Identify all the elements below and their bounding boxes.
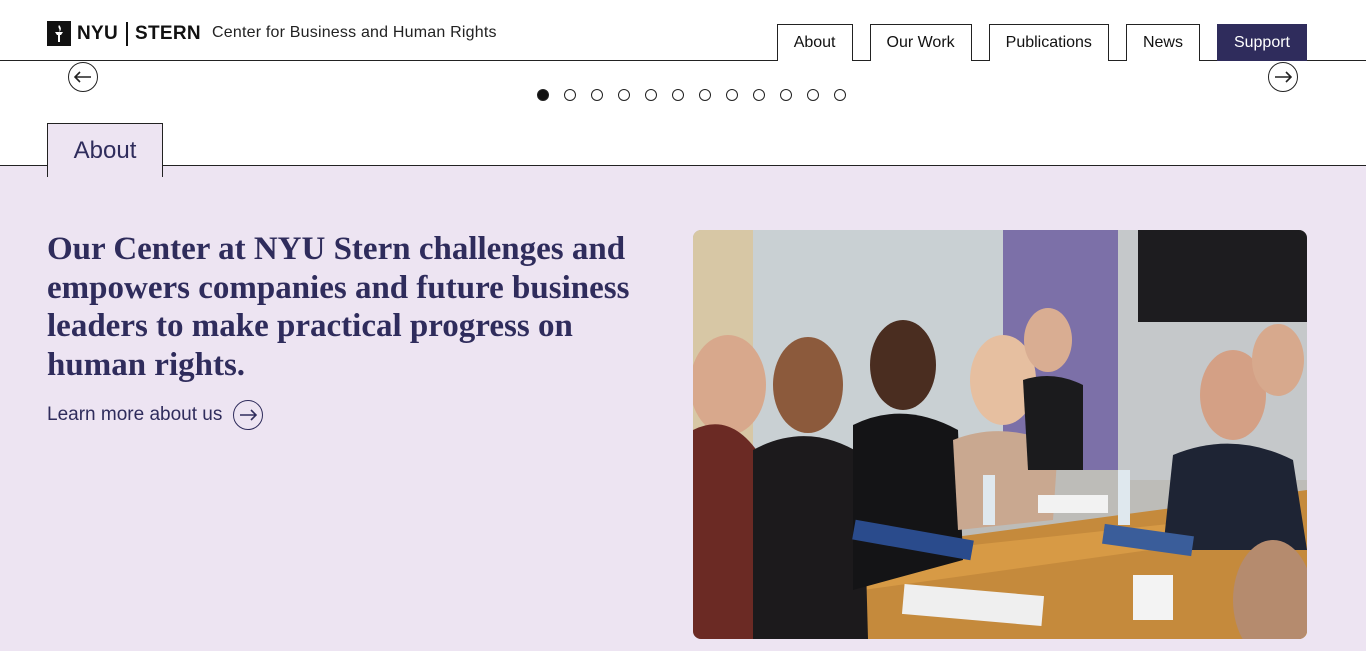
- torch-icon: [47, 21, 71, 46]
- carousel-dot[interactable]: [780, 89, 792, 101]
- logo-text-nyu: NYU: [77, 22, 119, 44]
- carousel-dot[interactable]: [591, 89, 603, 101]
- main-nav: About Our Work Publications News Support: [776, 24, 1307, 61]
- carousel-dot[interactable]: [537, 89, 549, 101]
- about-section: Our Center at NYU Stern challenges and e…: [0, 166, 1366, 651]
- carousel-dots: [537, 89, 846, 101]
- carousel-next-button[interactable]: [1268, 62, 1298, 92]
- center-name[interactable]: Center for Business and Human Rights: [212, 24, 497, 42]
- learn-more-label: Learn more about us: [47, 404, 223, 425]
- carousel-dot[interactable]: [672, 89, 684, 101]
- nav-news[interactable]: News: [1125, 24, 1200, 61]
- carousel-dot[interactable]: [564, 89, 576, 101]
- meeting-photo: [693, 230, 1307, 639]
- nav-publications[interactable]: Publications: [988, 24, 1109, 61]
- carousel-dot[interactable]: [726, 89, 738, 101]
- nav-support-button[interactable]: Support: [1216, 24, 1307, 61]
- nyu-stern-logo[interactable]: NYU STERN: [47, 21, 201, 46]
- site-header: NYU STERN Center for Business and Human …: [0, 0, 1366, 61]
- nav-our-work[interactable]: Our Work: [869, 24, 972, 61]
- arrow-left-icon: [74, 71, 91, 83]
- carousel-prev-button[interactable]: [68, 62, 98, 92]
- about-heading: Our Center at NYU Stern challenges and e…: [47, 231, 630, 383]
- tab-about[interactable]: About: [47, 123, 163, 177]
- carousel-dot[interactable]: [834, 89, 846, 101]
- carousel-dot[interactable]: [753, 89, 765, 101]
- nav-about[interactable]: About: [776, 24, 853, 61]
- arrow-right-circle-icon: [233, 400, 264, 430]
- carousel-dot[interactable]: [807, 89, 819, 101]
- carousel-dot[interactable]: [618, 89, 630, 101]
- carousel-dot[interactable]: [699, 89, 711, 101]
- arrow-right-icon: [1275, 71, 1292, 83]
- carousel-dot[interactable]: [645, 89, 657, 101]
- learn-more-link[interactable]: Learn more about us: [47, 400, 264, 430]
- logo-text-stern: STERN: [135, 22, 201, 44]
- logo-divider: [126, 21, 129, 46]
